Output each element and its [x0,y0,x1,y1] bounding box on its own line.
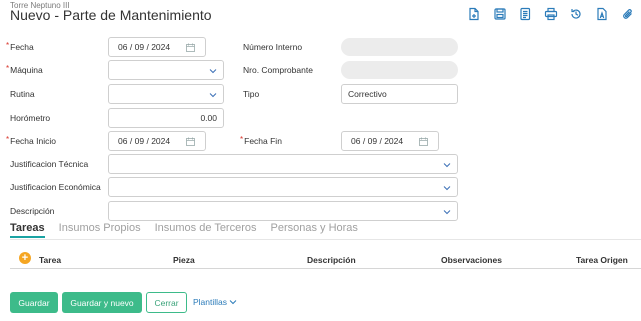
fecha-inicio-year: 2024 [151,136,171,146]
date-separator: / [129,42,133,52]
just-economica-label: Justificacion Económica [10,182,101,192]
notes-icon[interactable] [517,6,533,22]
nro-comprobante-label: Nro. Comprobante [243,65,313,75]
maquina-label: *Máquina [6,64,43,75]
templates-label: Plantillas [193,297,228,307]
fecha-inicio-label: *Fecha Inicio [6,135,56,146]
fecha-fin-month: 09 [367,136,378,146]
table-header-divider [10,268,641,269]
maquina-select[interactable] [108,60,224,80]
date-separator: / [146,136,149,146]
tab-tareas[interactable]: Tareas [10,222,45,238]
save-and-new-button[interactable]: Guardar y nuevo [62,292,142,313]
column-header-pieza: Pieza [173,255,195,265]
date-separator: / [379,136,382,146]
rutina-label: Rutina [10,89,35,99]
nro-comprobante-field [341,61,458,79]
descripcion-select[interactable] [108,201,458,221]
maquina-label-text: Máquina [10,65,43,75]
tab-insumos-terceros[interactable]: Insumos de Terceros [155,222,257,238]
just-tecnica-select[interactable] [108,154,458,174]
fecha-inicio-month: 09 [134,136,145,146]
new-document-icon[interactable] [466,6,482,22]
templates-dropdown[interactable]: Plantillas [193,297,237,307]
numero-interno-field [341,38,458,56]
calendar-icon[interactable] [419,137,428,146]
tab-bar: Tareas Insumos Propios Insumos de Tercer… [10,222,372,238]
column-header-tarea: Tarea [39,255,62,265]
required-mark: * [6,135,10,144]
chevron-down-icon [229,298,237,306]
just-economica-select[interactable] [108,177,458,197]
fecha-inicio-day: 06 [118,136,128,146]
toolbar [466,6,641,22]
required-mark: * [6,41,10,50]
tab-divider [10,239,641,240]
numero-interno-label: Número Interno [243,42,303,52]
fecha-input[interactable]: 06 / 09 / 2024 [108,37,206,57]
fecha-fin-day: 06 [351,136,361,146]
rutina-select[interactable] [108,84,224,104]
tipo-input[interactable]: Correctivo [341,84,458,104]
save-button[interactable]: Guardar [10,292,58,313]
column-header-observaciones: Observaciones [441,255,502,265]
required-mark: * [240,135,244,144]
chevron-down-icon [443,161,451,169]
fecha-month: 09 [134,42,145,52]
column-header-tarea-origen: Tarea Origen [576,255,628,265]
fecha-fin-year: 2024 [384,136,404,146]
print-icon[interactable] [543,6,559,22]
fecha-inicio-label-text: Fecha Inicio [10,136,56,146]
fecha-day: 06 [118,42,128,52]
column-header-descripcion: Descripción [307,255,356,265]
save-icon[interactable] [492,6,508,22]
attachment-icon[interactable] [620,6,636,22]
add-row-button[interactable]: + [19,252,31,264]
required-mark: * [6,64,10,73]
chevron-down-icon [209,67,217,75]
fecha-label: *Fecha [6,41,34,52]
fecha-fin-label: *Fecha Fin [240,135,282,146]
fecha-fin-label-text: Fecha Fin [244,136,282,146]
fecha-inicio-input[interactable]: 06 / 09 / 2024 [108,131,206,151]
date-separator: / [362,136,366,146]
descripcion-label: Descripción [10,206,55,216]
history-icon[interactable] [568,6,584,22]
export-icon[interactable] [594,6,610,22]
tab-insumos-propios[interactable]: Insumos Propios [59,222,141,238]
fecha-fin-input[interactable]: 06 / 09 / 2024 [341,131,439,151]
chevron-down-icon [443,184,451,192]
calendar-icon[interactable] [186,43,195,52]
chevron-down-icon [209,91,217,99]
just-tecnica-label: Justificacion Técnica [10,159,89,169]
horometro-input[interactable]: 0.00 [108,108,224,128]
date-separator: / [129,136,133,146]
page-title: Nuevo - Parte de Mantenimiento [10,7,212,23]
chevron-down-icon [443,208,451,216]
horometro-label: Horómetro [10,113,51,123]
tipo-label: Tipo [243,89,260,99]
calendar-icon[interactable] [186,137,195,146]
fecha-year: 2024 [151,42,171,52]
close-button[interactable]: Cerrar [146,292,187,313]
fecha-label-text: Fecha [10,42,34,52]
date-separator: / [146,42,149,52]
tab-personas-horas[interactable]: Personas y Horas [271,222,358,238]
